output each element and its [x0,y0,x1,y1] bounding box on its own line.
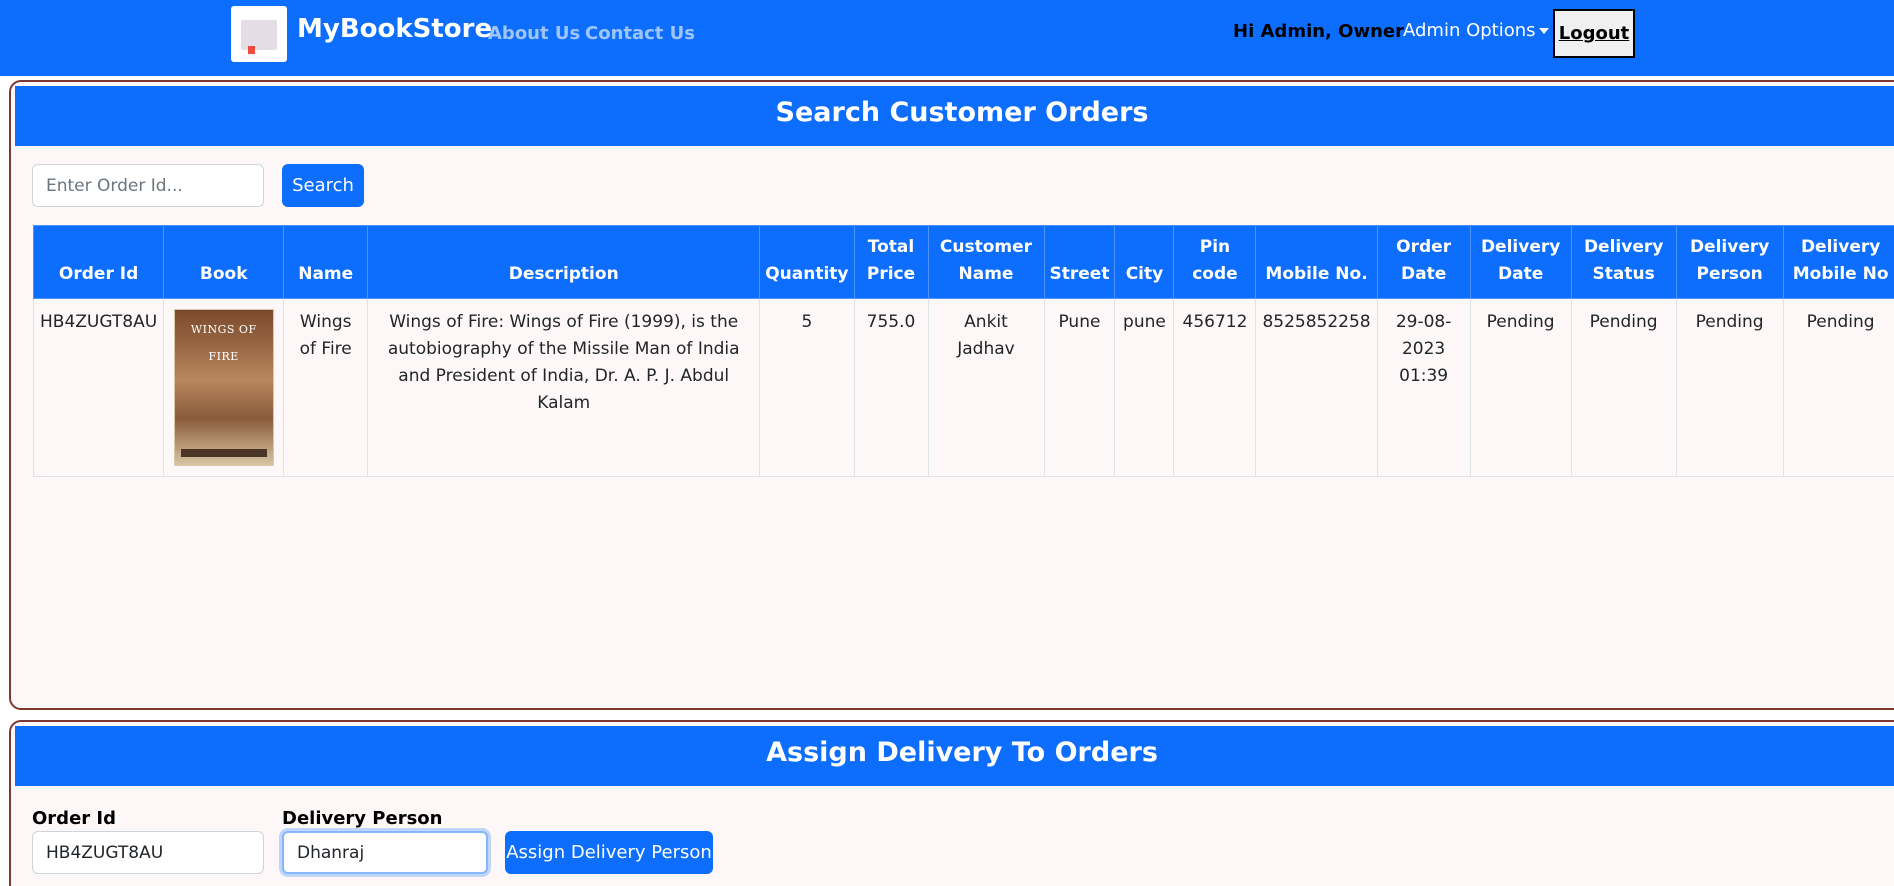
cell-order-id: HB4ZUGT8AU [32,298,165,477]
cell-delivery-mobile: Pending [1782,298,1894,477]
admin-options-dropdown[interactable]: Admin Options [1403,20,1549,41]
cell-order-date: 29-08-2023 01:39 [1376,298,1471,477]
brand-name[interactable]: MyBookStore [297,14,492,44]
order-id-label: Order Id [32,808,116,829]
nav-contact-us-link[interactable]: Contact Us [585,23,695,44]
col-description: Description [367,225,761,299]
book-cover-footer [180,449,267,457]
col-pin-code: Pin code [1173,225,1257,299]
assign-order-id-input[interactable] [32,831,264,874]
col-city: City [1114,225,1175,299]
navbar: MyBookStore About Us Contact Us Hi Admin… [0,0,1894,76]
col-mobile: Mobile No. [1255,225,1378,299]
assign-delivery-person-button[interactable]: Assign Delivery Person [505,831,713,874]
cell-pin-code: 456712 [1173,298,1257,477]
bookmark-icon [248,46,255,54]
book-icon [241,20,277,50]
assign-card-title: Assign Delivery To Orders [766,737,1158,768]
col-customer-name: Customer Name [927,225,1045,299]
col-name: Name [283,225,369,299]
col-street: Street [1043,225,1116,299]
cell-mobile: 8525852258 [1255,298,1378,477]
col-delivery-person: Delivery Person [1675,225,1784,299]
book-cover-image: WINGS OF FIRE [173,309,274,466]
cell-total-price: 755.0 [853,298,929,477]
search-orders-card: Search Customer Orders Search Order Id B… [9,80,1894,710]
delivery-person-select[interactable] [282,831,488,874]
col-delivery-status: Delivery Status [1570,225,1677,299]
delivery-person-label: Delivery Person [282,808,443,829]
table-header-row: Order Id Book Name Description Quantity … [32,225,1894,299]
bookstore-logo-icon[interactable] [231,6,287,62]
col-book: Book [163,225,285,299]
cell-book: WINGS OF FIRE [163,298,285,477]
nav-about-us-link[interactable]: About Us [488,23,580,44]
order-id-search-input[interactable] [32,164,264,207]
cell-delivery-status: Pending [1570,298,1677,477]
cell-delivery-date: Pending [1469,298,1572,477]
col-delivery-mobile: Delivery Mobile No [1782,225,1894,299]
cell-delivery-person: Pending [1675,298,1784,477]
admin-options-label: Admin Options [1403,20,1536,41]
col-total-price: Total Price [853,225,929,299]
caret-down-icon [1538,28,1549,34]
cell-street: Pune [1043,298,1116,477]
cell-quantity: 5 [759,298,855,477]
book-cover-title: WINGS OF FIRE [190,323,257,363]
cell-customer-name: Ankit Jadhav [927,298,1045,477]
col-delivery-date: Delivery Date [1469,225,1572,299]
col-order-id: Order Id [32,225,165,299]
cell-description: Wings of Fire: Wings of Fire (1999), is … [367,298,761,477]
user-greeting: Hi Admin, Owner [1233,21,1404,42]
table-row: HB4ZUGT8AU WINGS OF FIRE Wings of Fire W… [32,298,1894,477]
cell-city: pune [1114,298,1175,477]
search-card-title: Search Customer Orders [775,97,1149,128]
col-order-date: Order Date [1376,225,1471,299]
assign-delivery-card: Assign Delivery To Orders Order Id Deliv… [9,720,1894,886]
orders-table: Order Id Book Name Description Quantity … [32,225,1894,477]
logout-button[interactable]: Logout [1553,9,1635,58]
col-quantity: Quantity [759,225,855,299]
cell-name: Wings of Fire [283,298,369,477]
search-button[interactable]: Search [282,164,364,207]
